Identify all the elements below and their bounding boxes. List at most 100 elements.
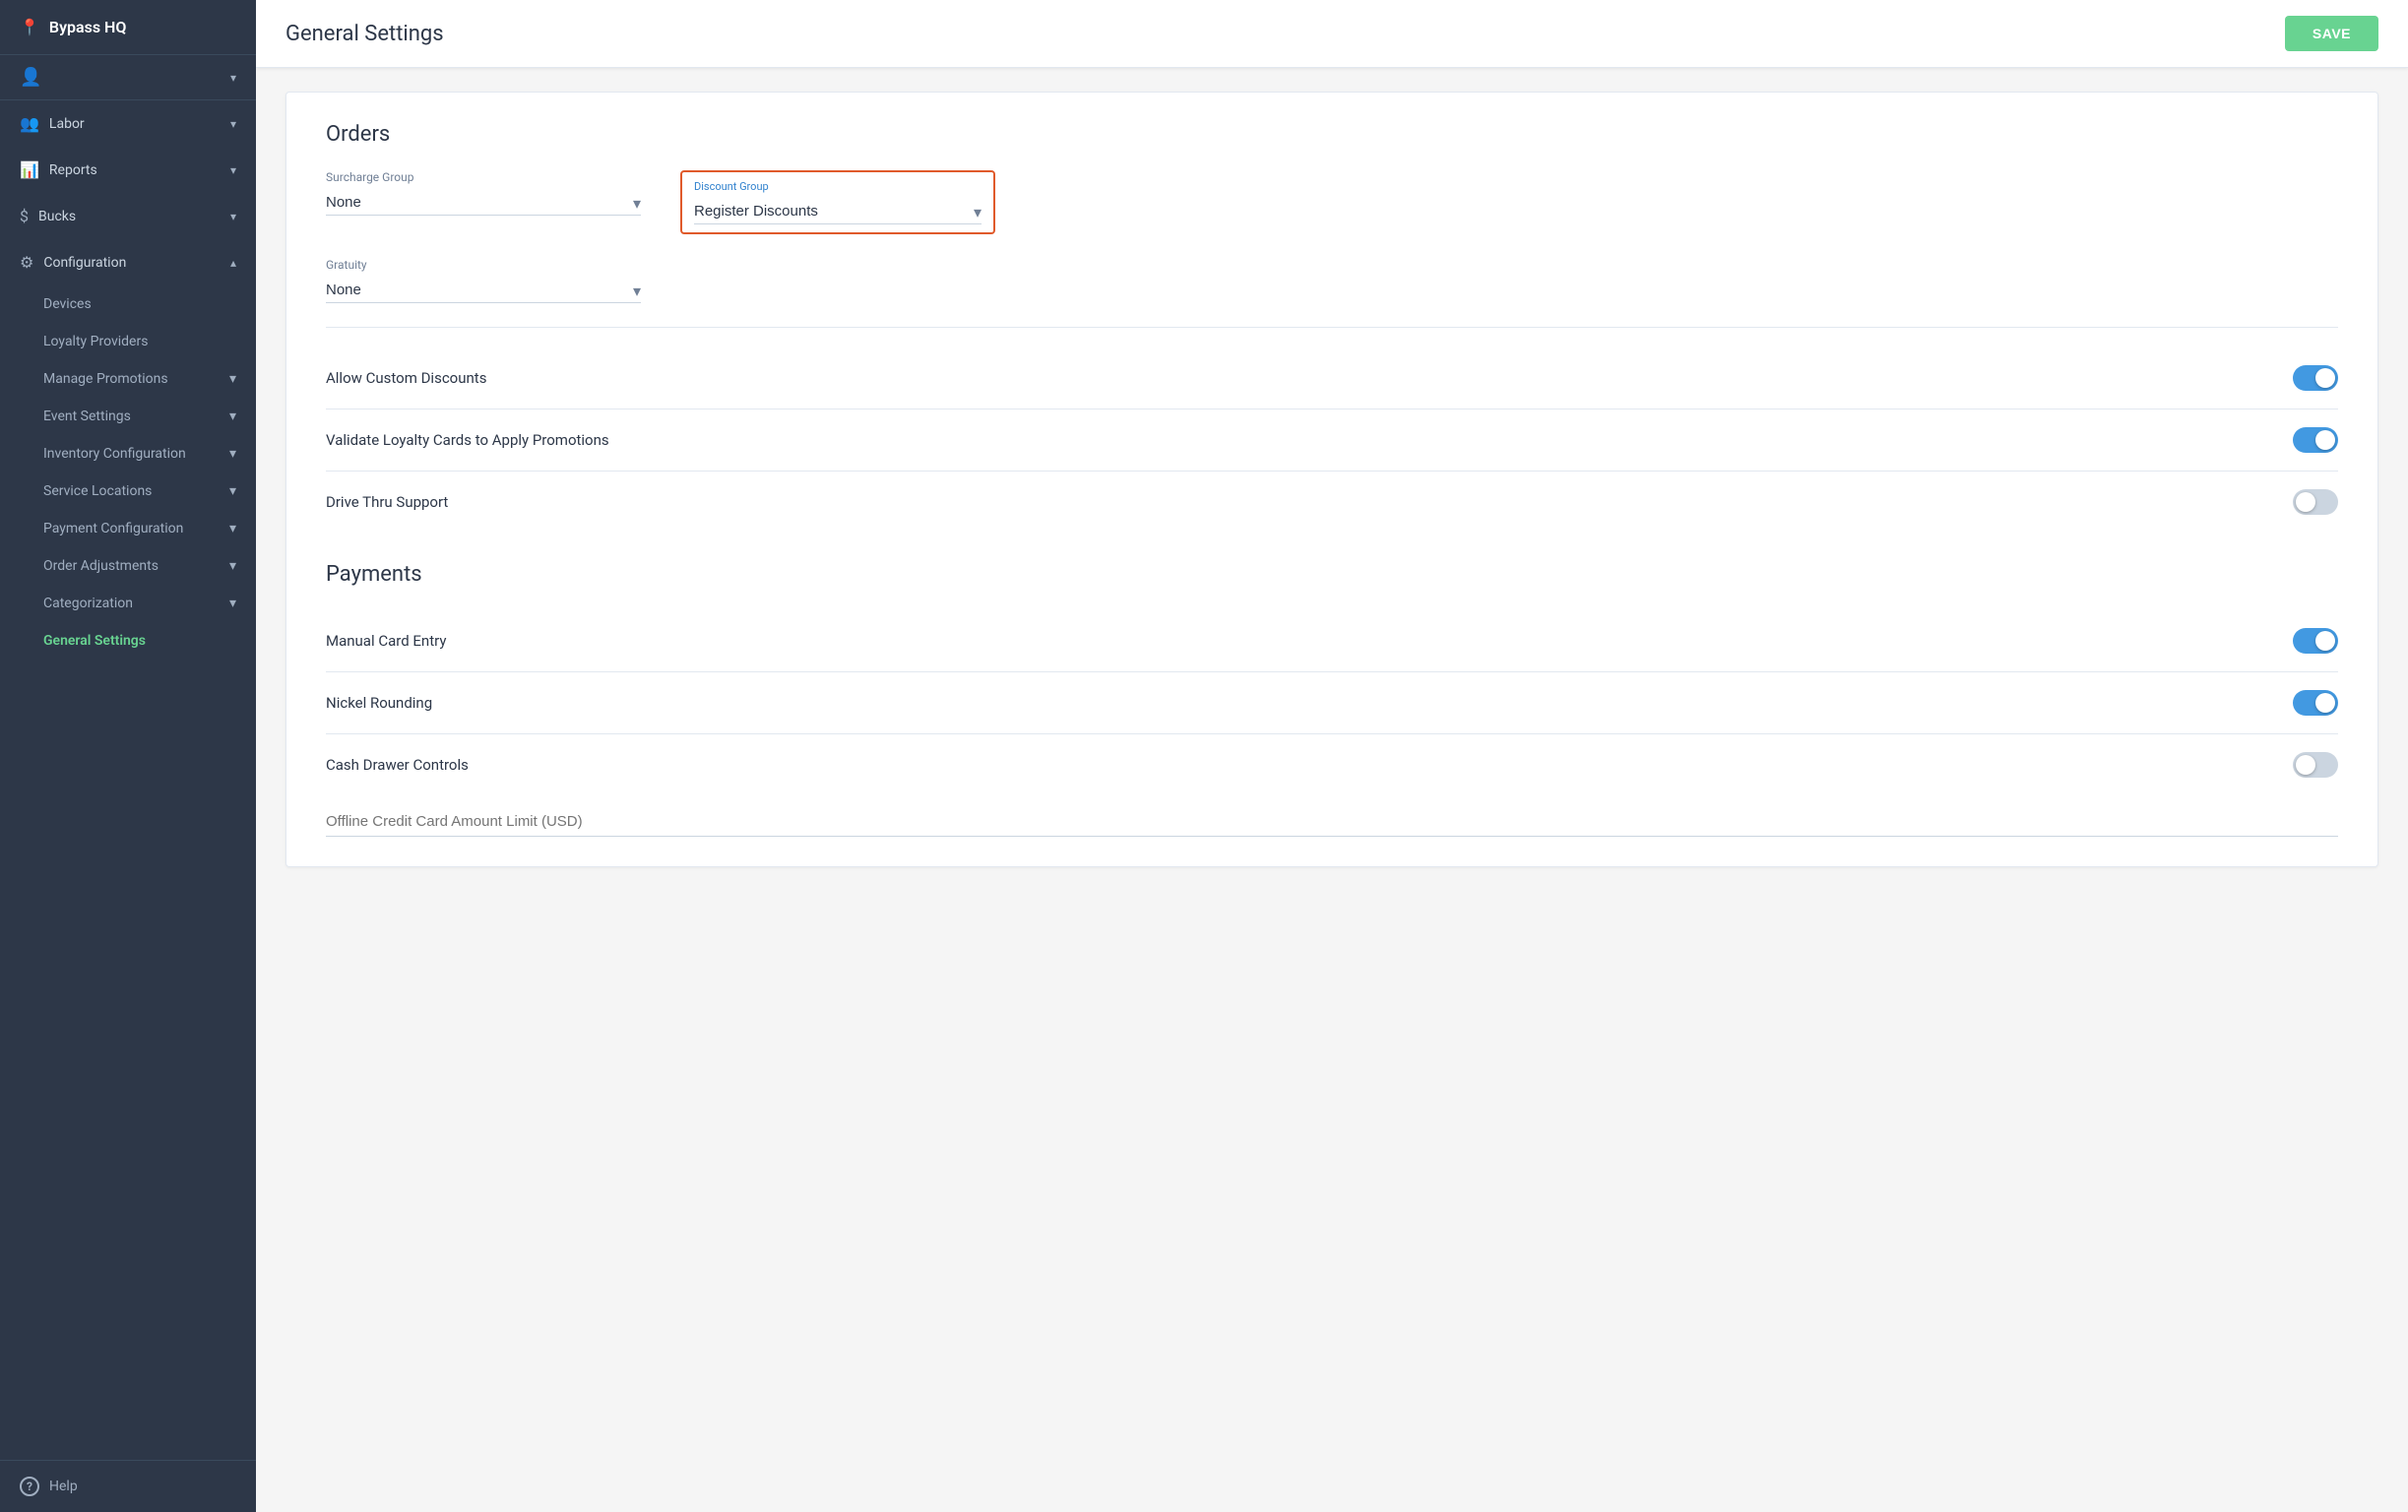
gratuity-label: Gratuity bbox=[326, 258, 641, 272]
top-form-row: Surcharge Group None ▾ Discount Group Re… bbox=[326, 170, 2338, 234]
surcharge-group-field: Surcharge Group None ▾ bbox=[326, 170, 641, 234]
event-settings-label: Event Settings bbox=[43, 409, 131, 424]
toggle-drive-thru-support: Drive Thru Support bbox=[326, 472, 2338, 533]
user-chevron-icon: ▾ bbox=[230, 71, 236, 85]
sidebar-item-label-labor: Labor bbox=[49, 116, 85, 132]
toggle-switch-validate-loyalty-cards[interactable] bbox=[2293, 427, 2338, 453]
sidebar-item-categorization[interactable]: Categorization ▾ bbox=[0, 585, 256, 622]
offline-credit-field bbox=[326, 811, 2338, 837]
toggle-switch-drive-thru-support[interactable] bbox=[2293, 489, 2338, 515]
bucks-icon: $ bbox=[20, 207, 29, 225]
toggle-slider-nickel-rounding bbox=[2293, 690, 2338, 716]
toggle-label-nickel-rounding: Nickel Rounding bbox=[326, 694, 432, 712]
toggle-label-validate-loyalty-cards: Validate Loyalty Cards to Apply Promotio… bbox=[326, 431, 609, 449]
surcharge-group-label: Surcharge Group bbox=[326, 170, 641, 184]
toggle-allow-custom-discounts: Allow Custom Discounts bbox=[326, 347, 2338, 410]
configuration-chevron-icon: ▴ bbox=[230, 256, 236, 270]
sidebar-item-order-adjustments[interactable]: Order Adjustments ▾ bbox=[0, 547, 256, 585]
surcharge-group-select-wrapper: None ▾ bbox=[326, 190, 641, 216]
sidebar-item-service-locations[interactable]: Service Locations ▾ bbox=[0, 472, 256, 510]
discount-group-field: Discount Group Register Discounts ▾ bbox=[680, 170, 995, 234]
toggle-slider-drive-thru-support bbox=[2293, 489, 2338, 515]
categorization-label: Categorization bbox=[43, 596, 133, 611]
gratuity-select[interactable]: None bbox=[326, 278, 641, 303]
payment-configuration-label: Payment Configuration bbox=[43, 521, 183, 536]
inventory-configuration-label: Inventory Configuration bbox=[43, 446, 186, 462]
sidebar-item-inventory-configuration[interactable]: Inventory Configuration ▾ bbox=[0, 435, 256, 472]
sidebar-item-loyalty-providers[interactable]: Loyalty Providers bbox=[0, 323, 256, 360]
discount-group-select-wrapper: Register Discounts ▾ bbox=[694, 199, 982, 224]
save-button[interactable]: SAVE bbox=[2285, 16, 2378, 51]
gratuity-select-wrapper: None ▾ bbox=[326, 278, 641, 303]
manage-promotions-chevron-icon: ▾ bbox=[229, 371, 236, 387]
toggle-cash-drawer-controls: Cash Drawer Controls bbox=[326, 734, 2338, 795]
user-menu[interactable]: 👤 ▾ bbox=[0, 55, 256, 100]
sidebar-header: 📍 Bypass HQ bbox=[0, 0, 256, 55]
sidebar-item-devices[interactable]: Devices bbox=[0, 285, 256, 323]
sidebar-item-label-configuration: Configuration bbox=[43, 255, 126, 271]
categorization-chevron-icon: ▾ bbox=[229, 596, 236, 611]
toggle-slider-validate-loyalty-cards bbox=[2293, 427, 2338, 453]
sidebar-item-bucks[interactable]: $ Bucks ▾ bbox=[0, 193, 256, 239]
configuration-icon: ⚙ bbox=[20, 253, 33, 272]
toggle-slider-cash-drawer-controls bbox=[2293, 752, 2338, 778]
toggle-label-drive-thru-support: Drive Thru Support bbox=[326, 493, 448, 511]
surcharge-group-select[interactable]: None bbox=[326, 190, 641, 216]
toggle-switch-allow-custom-discounts[interactable] bbox=[2293, 365, 2338, 391]
order-adjustments-label: Order Adjustments bbox=[43, 558, 158, 574]
toggle-knob-cash-drawer-controls bbox=[2296, 755, 2315, 775]
orders-toggles: Allow Custom Discounts Validate Loyalty … bbox=[326, 347, 2338, 533]
sidebar-item-label-bucks: Bucks bbox=[38, 209, 76, 224]
toggle-switch-nickel-rounding[interactable] bbox=[2293, 690, 2338, 716]
user-icon: 👤 bbox=[20, 67, 41, 88]
sidebar-item-labor[interactable]: 👥 Labor ▾ bbox=[0, 100, 256, 147]
payments-section-title: Payments bbox=[326, 562, 2338, 587]
sidebar-item-payment-configuration[interactable]: Payment Configuration ▾ bbox=[0, 510, 256, 547]
service-locations-label: Service Locations bbox=[43, 483, 152, 499]
content-area: Orders Surcharge Group None ▾ Discount G… bbox=[256, 68, 2408, 1512]
main-content: General Settings SAVE Orders Surcharge G… bbox=[256, 0, 2408, 1512]
sidebar-item-manage-promotions[interactable]: Manage Promotions ▾ bbox=[0, 360, 256, 398]
inventory-configuration-chevron-icon: ▾ bbox=[229, 446, 236, 462]
sidebar-item-general-settings[interactable]: General Settings bbox=[0, 622, 256, 660]
toggle-manual-card-entry: Manual Card Entry bbox=[326, 610, 2338, 672]
app-name: Bypass HQ bbox=[49, 18, 126, 36]
reports-chevron-icon: ▾ bbox=[230, 163, 236, 177]
toggle-validate-loyalty-cards: Validate Loyalty Cards to Apply Promotio… bbox=[326, 410, 2338, 472]
event-settings-chevron-icon: ▾ bbox=[229, 409, 236, 424]
discount-group-label: Discount Group bbox=[694, 180, 982, 193]
sidebar-item-reports[interactable]: 📊 Reports ▾ bbox=[0, 147, 256, 193]
settings-card: Orders Surcharge Group None ▾ Discount G… bbox=[285, 92, 2378, 867]
service-locations-chevron-icon: ▾ bbox=[229, 483, 236, 499]
toggle-knob-manual-card-entry bbox=[2315, 631, 2335, 651]
toggle-nickel-rounding: Nickel Rounding bbox=[326, 672, 2338, 734]
toggle-switch-cash-drawer-controls[interactable] bbox=[2293, 752, 2338, 778]
labor-icon: 👥 bbox=[20, 114, 39, 133]
help-label: Help bbox=[49, 1479, 78, 1494]
sidebar-item-event-settings[interactable]: Event Settings ▾ bbox=[0, 398, 256, 435]
toggle-slider-manual-card-entry bbox=[2293, 628, 2338, 654]
discount-group-select[interactable]: Register Discounts bbox=[694, 199, 982, 224]
gratuity-form-row: Gratuity None ▾ bbox=[326, 258, 2338, 303]
toggle-label-manual-card-entry: Manual Card Entry bbox=[326, 632, 446, 650]
orders-divider bbox=[326, 327, 2338, 328]
main-header: General Settings SAVE bbox=[256, 0, 2408, 68]
sidebar: 📍 Bypass HQ 👤 ▾ 👥 Labor ▾ 📊 Reports ▾ $ … bbox=[0, 0, 256, 1512]
help-link[interactable]: ? Help bbox=[0, 1460, 256, 1512]
toggle-label-allow-custom-discounts: Allow Custom Discounts bbox=[326, 369, 486, 387]
toggle-knob-allow-custom-discounts bbox=[2315, 368, 2335, 388]
sidebar-item-configuration[interactable]: ⚙ Configuration ▴ bbox=[0, 239, 256, 285]
toggle-label-cash-drawer-controls: Cash Drawer Controls bbox=[326, 756, 469, 774]
reports-icon: 📊 bbox=[20, 160, 39, 179]
order-adjustments-chevron-icon: ▾ bbox=[229, 558, 236, 574]
gratuity-field: Gratuity None ▾ bbox=[326, 258, 641, 303]
toggle-knob-validate-loyalty-cards bbox=[2315, 430, 2335, 450]
manage-promotions-label: Manage Promotions bbox=[43, 371, 168, 387]
offline-credit-input[interactable] bbox=[326, 813, 2338, 830]
help-circle-icon: ? bbox=[20, 1477, 39, 1496]
payment-configuration-chevron-icon: ▾ bbox=[229, 521, 236, 536]
toggle-knob-drive-thru-support bbox=[2296, 492, 2315, 512]
toggle-slider-allow-custom-discounts bbox=[2293, 365, 2338, 391]
orders-section-title: Orders bbox=[326, 122, 2338, 147]
toggle-switch-manual-card-entry[interactable] bbox=[2293, 628, 2338, 654]
